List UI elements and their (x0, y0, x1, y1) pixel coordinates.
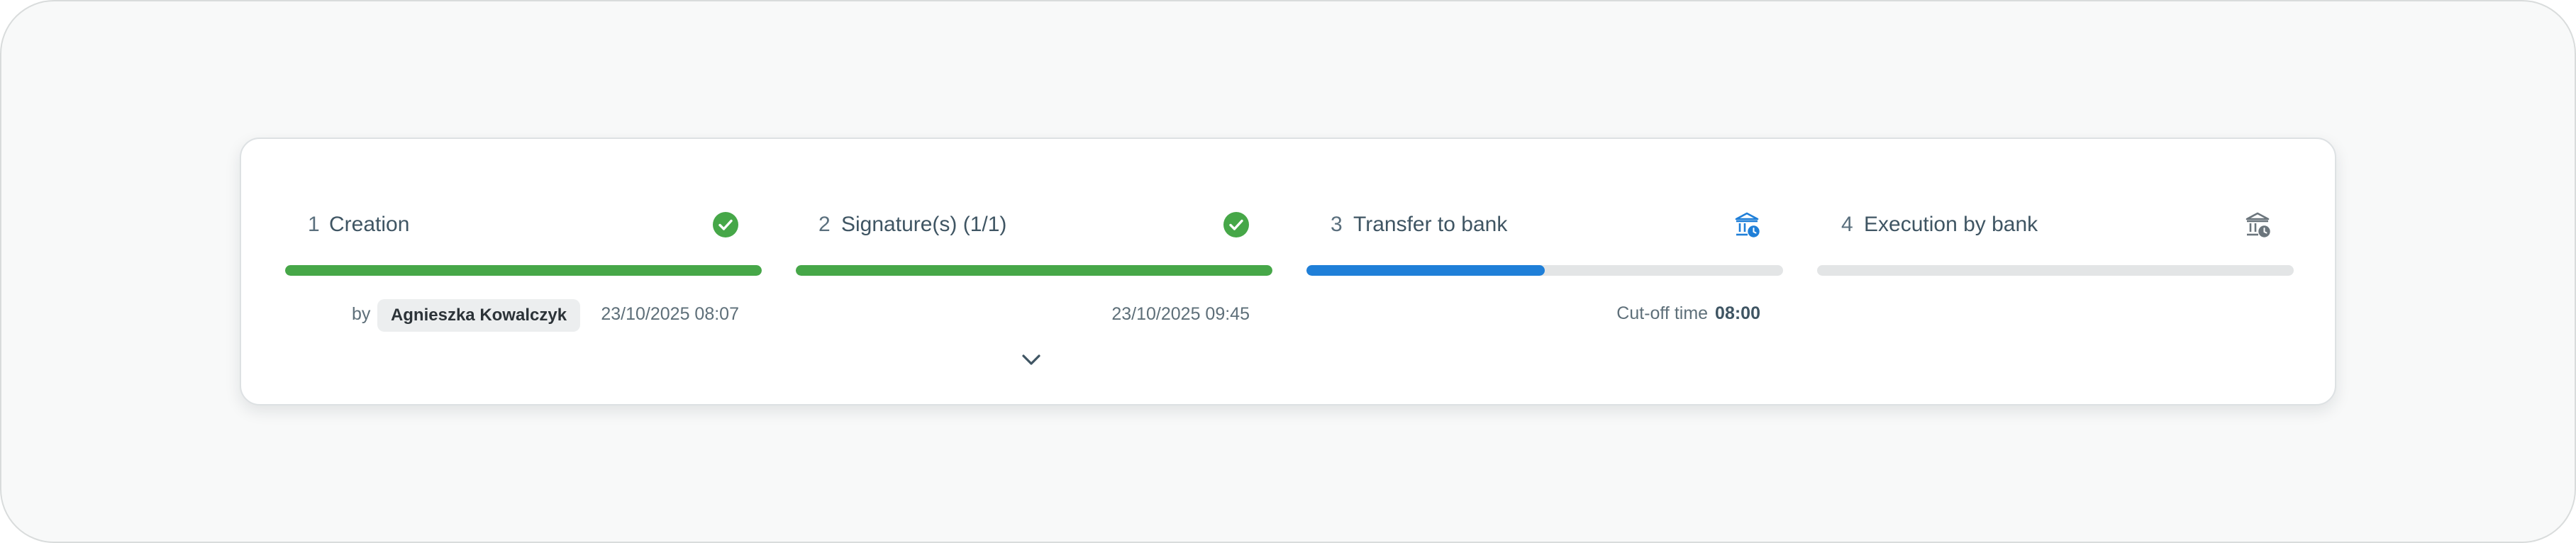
step-number: 1 (308, 213, 320, 236)
step-timestamp: 23/10/2025 09:45 (1111, 304, 1250, 324)
cutoff-info: Cut-off time 08:00 (1616, 303, 1760, 324)
step-transfer-to-bank: 3 Transfer to bank Cut-off time 08:00 (1306, 139, 1783, 405)
payment-status-tracker: 1 Creation by Agnieszka Kowalczyk 23/10/… (240, 138, 2336, 405)
check-circle-icon (1223, 212, 1249, 237)
step-header: 3 Transfer to bank (1306, 211, 1783, 240)
step-title: Transfer to bank (1353, 213, 1508, 236)
step-number: 2 (818, 213, 831, 236)
step-timestamp: 23/10/2025 08:07 (601, 304, 739, 324)
step-number: 3 (1331, 213, 1343, 236)
user-chip[interactable]: Agnieszka Kowalczyk (377, 299, 580, 332)
step-header: 1 Creation (285, 211, 762, 240)
check-circle-icon (713, 212, 738, 237)
step-title: Signature(s) (1/1) (841, 213, 1007, 236)
step-progress-bar (1306, 265, 1783, 276)
step-progress-fill (796, 265, 1272, 276)
step-number: 4 (1841, 213, 1853, 236)
step-header: 2 Signature(s) (1/1) (796, 211, 1272, 240)
step-progress-fill (1306, 265, 1545, 276)
step-title: Creation (329, 213, 410, 236)
bank-clock-icon (2245, 212, 2270, 237)
step-progress-bar (285, 265, 762, 276)
cutoff-label: Cut-off time (1616, 303, 1709, 323)
step-progress-bar (796, 265, 1272, 276)
step-title: Execution by bank (1864, 213, 2038, 236)
step-header: 4 Execution by bank (1817, 211, 2294, 240)
step-progress-bar (1817, 265, 2294, 276)
cutoff-time: 08:00 (1715, 303, 1760, 323)
bank-clock-icon (1735, 212, 1760, 237)
chevron-down-icon[interactable] (1017, 346, 1045, 374)
screen-frame: 1 Creation by Agnieszka Kowalczyk 23/10/… (0, 0, 2576, 543)
step-execution-by-bank: 4 Execution by bank (1817, 139, 2294, 405)
by-label: by (352, 304, 371, 324)
step-progress-fill (285, 265, 762, 276)
step-creation: 1 Creation by Agnieszka Kowalczyk 23/10/… (285, 139, 762, 405)
